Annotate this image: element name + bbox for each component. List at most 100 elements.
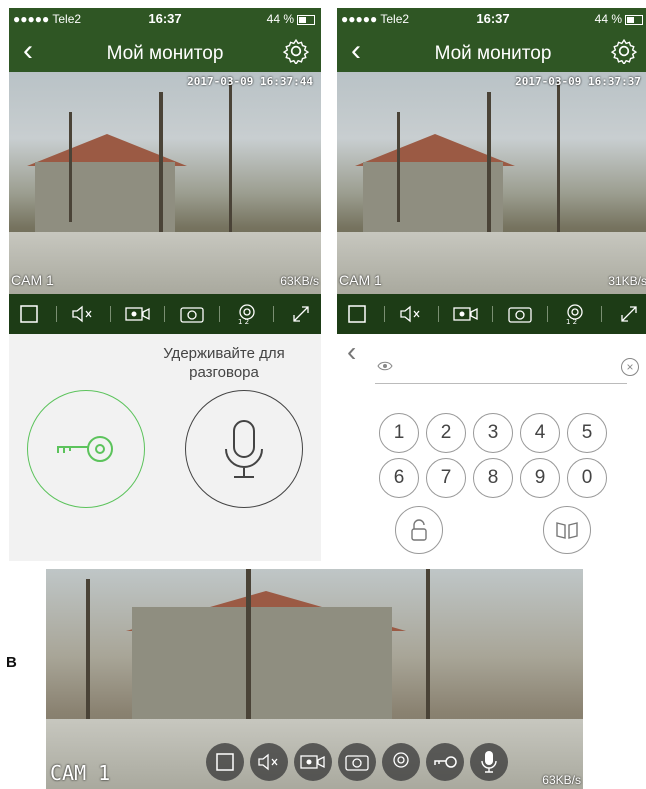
video-tree xyxy=(229,82,232,242)
camera-label: CAM 1 xyxy=(339,272,382,288)
switch-camera-icon xyxy=(393,752,409,768)
video-record-icon xyxy=(453,307,478,321)
phone-screen-keypad: ●●●●● Tele2 16:37 44 % ‹ Мой монитор 201… xyxy=(337,8,646,561)
mute-button[interactable] xyxy=(250,743,288,781)
digit-key-4[interactable]: 4 xyxy=(520,413,560,453)
video-tree xyxy=(69,112,72,222)
divider xyxy=(218,306,220,322)
video-timestamp: 2017-03-09 16:37:37 xyxy=(515,75,641,88)
code-input-field[interactable] xyxy=(375,383,627,384)
page-title: Мой монитор xyxy=(434,43,552,64)
fullscreen-button[interactable] xyxy=(616,302,642,326)
nav-bar: ‹ Мой монитор xyxy=(337,32,646,72)
digit-key-8[interactable]: 8 xyxy=(473,458,513,498)
digit-key-3[interactable]: 3 xyxy=(473,413,513,453)
camera-label: CAM 1 xyxy=(11,272,54,288)
record-button[interactable] xyxy=(125,302,151,326)
keypad-back-icon[interactable]: ‹ xyxy=(347,336,356,368)
talk-mic-button[interactable] xyxy=(470,743,508,781)
snapshot-button[interactable] xyxy=(338,743,376,781)
speaker-mute-icon xyxy=(258,753,278,771)
camera-label: CAM 1 xyxy=(50,761,111,785)
square-icon xyxy=(348,305,366,323)
open-gate-button[interactable] xyxy=(543,506,591,554)
digit-key-1[interactable]: 1 xyxy=(379,413,419,453)
digit-key-2[interactable]: 2 xyxy=(426,413,466,453)
digit-key-0[interactable]: 0 xyxy=(567,458,607,498)
overlay-toolbar xyxy=(206,743,508,781)
video-record-icon xyxy=(125,307,150,321)
code-keypad-panel: ‹ × 1 2 3 4 5 6 7 8 9 0 xyxy=(337,334,646,561)
hold-to-talk-hint: Удерживайте для разговора xyxy=(163,345,285,381)
video-house xyxy=(35,162,175,237)
record-button[interactable] xyxy=(453,302,479,326)
clear-input-icon[interactable]: × xyxy=(621,358,639,376)
digit-key-9[interactable]: 9 xyxy=(520,458,560,498)
snapshot-button[interactable] xyxy=(507,302,533,326)
intercom-panel: Удерживайте для разговора xyxy=(9,334,321,561)
svg-text:1 2: 1 2 xyxy=(566,318,577,325)
divider xyxy=(55,306,57,322)
bitrate-label: 63KB/s xyxy=(280,274,319,288)
video-toolbar: 1 2 xyxy=(337,294,646,334)
gear-icon[interactable] xyxy=(611,38,637,64)
video-fence xyxy=(337,232,646,294)
digit-key-5[interactable]: 5 xyxy=(567,413,607,453)
camera-icon xyxy=(180,307,204,323)
digit-key-6[interactable]: 6 xyxy=(379,458,419,498)
switch-stream-button[interactable]: 1 2 xyxy=(234,302,260,326)
square-icon xyxy=(20,305,38,323)
snapshot-button[interactable] xyxy=(179,302,205,326)
divider xyxy=(383,306,385,322)
nav-bar: ‹ Мой монитор xyxy=(9,32,321,72)
camera-video-feed[interactable]: 2017-03-09 16:37:44 CAM 1 63KB/s xyxy=(9,72,321,294)
unlock-key-button[interactable] xyxy=(426,743,464,781)
mute-button[interactable] xyxy=(70,302,96,326)
unlock-button[interactable] xyxy=(395,506,443,554)
unlock-key-button[interactable] xyxy=(27,390,145,508)
record-button[interactable] xyxy=(294,743,332,781)
stop-button[interactable] xyxy=(16,302,42,326)
divider xyxy=(438,306,440,322)
fullscreen-button[interactable] xyxy=(288,302,314,326)
eye-icon[interactable] xyxy=(377,361,393,371)
digit-key-7[interactable]: 7 xyxy=(426,458,466,498)
stop-button[interactable] xyxy=(344,302,370,326)
phone-screen-intercom: ●●●●● Tele2 16:37 44 % ‹ Мой монитор 201… xyxy=(9,8,321,561)
status-bar: ●●●●● Tele2 16:37 44 % xyxy=(337,8,646,32)
talk-mic-button[interactable] xyxy=(185,390,303,508)
svg-text:1 2: 1 2 xyxy=(238,318,249,325)
divider xyxy=(273,306,275,322)
gear-icon[interactable] xyxy=(283,38,309,64)
microphone-icon xyxy=(481,751,497,773)
microphone-icon xyxy=(225,420,263,478)
square-icon xyxy=(216,753,234,771)
switch-stream-button[interactable] xyxy=(382,743,420,781)
video-tree xyxy=(557,82,560,242)
landscape-video-feed[interactable]: CAM 1 63KB/s xyxy=(46,569,583,789)
video-house xyxy=(363,162,503,237)
video-tree xyxy=(397,112,400,222)
speaker-mute-icon xyxy=(72,305,92,323)
battery-percent: 44 % xyxy=(266,12,294,26)
divider xyxy=(546,306,548,322)
key-icon xyxy=(434,756,457,768)
divider xyxy=(601,306,603,322)
expand-icon xyxy=(293,306,309,322)
video-tree xyxy=(487,92,491,242)
battery-indicator: 44 % xyxy=(267,12,315,26)
page-title: Мой монитор xyxy=(106,43,224,64)
battery-percent: 44 % xyxy=(594,12,622,26)
video-toolbar: 1 2 xyxy=(9,294,321,334)
video-tree xyxy=(159,92,163,242)
mute-button[interactable] xyxy=(398,302,424,326)
stop-button[interactable] xyxy=(206,743,244,781)
camera-video-feed[interactable]: 2017-03-09 16:37:37 CAM 1 31KB/s xyxy=(337,72,646,294)
video-fence xyxy=(9,232,321,294)
video-timestamp: 2017-03-09 16:37:44 xyxy=(187,75,313,88)
switch-stream-button[interactable]: 1 2 xyxy=(562,302,588,326)
key-icon xyxy=(57,436,113,462)
padlock-icon xyxy=(411,519,427,541)
camera-icon xyxy=(345,755,369,771)
gate-icon xyxy=(556,522,578,539)
